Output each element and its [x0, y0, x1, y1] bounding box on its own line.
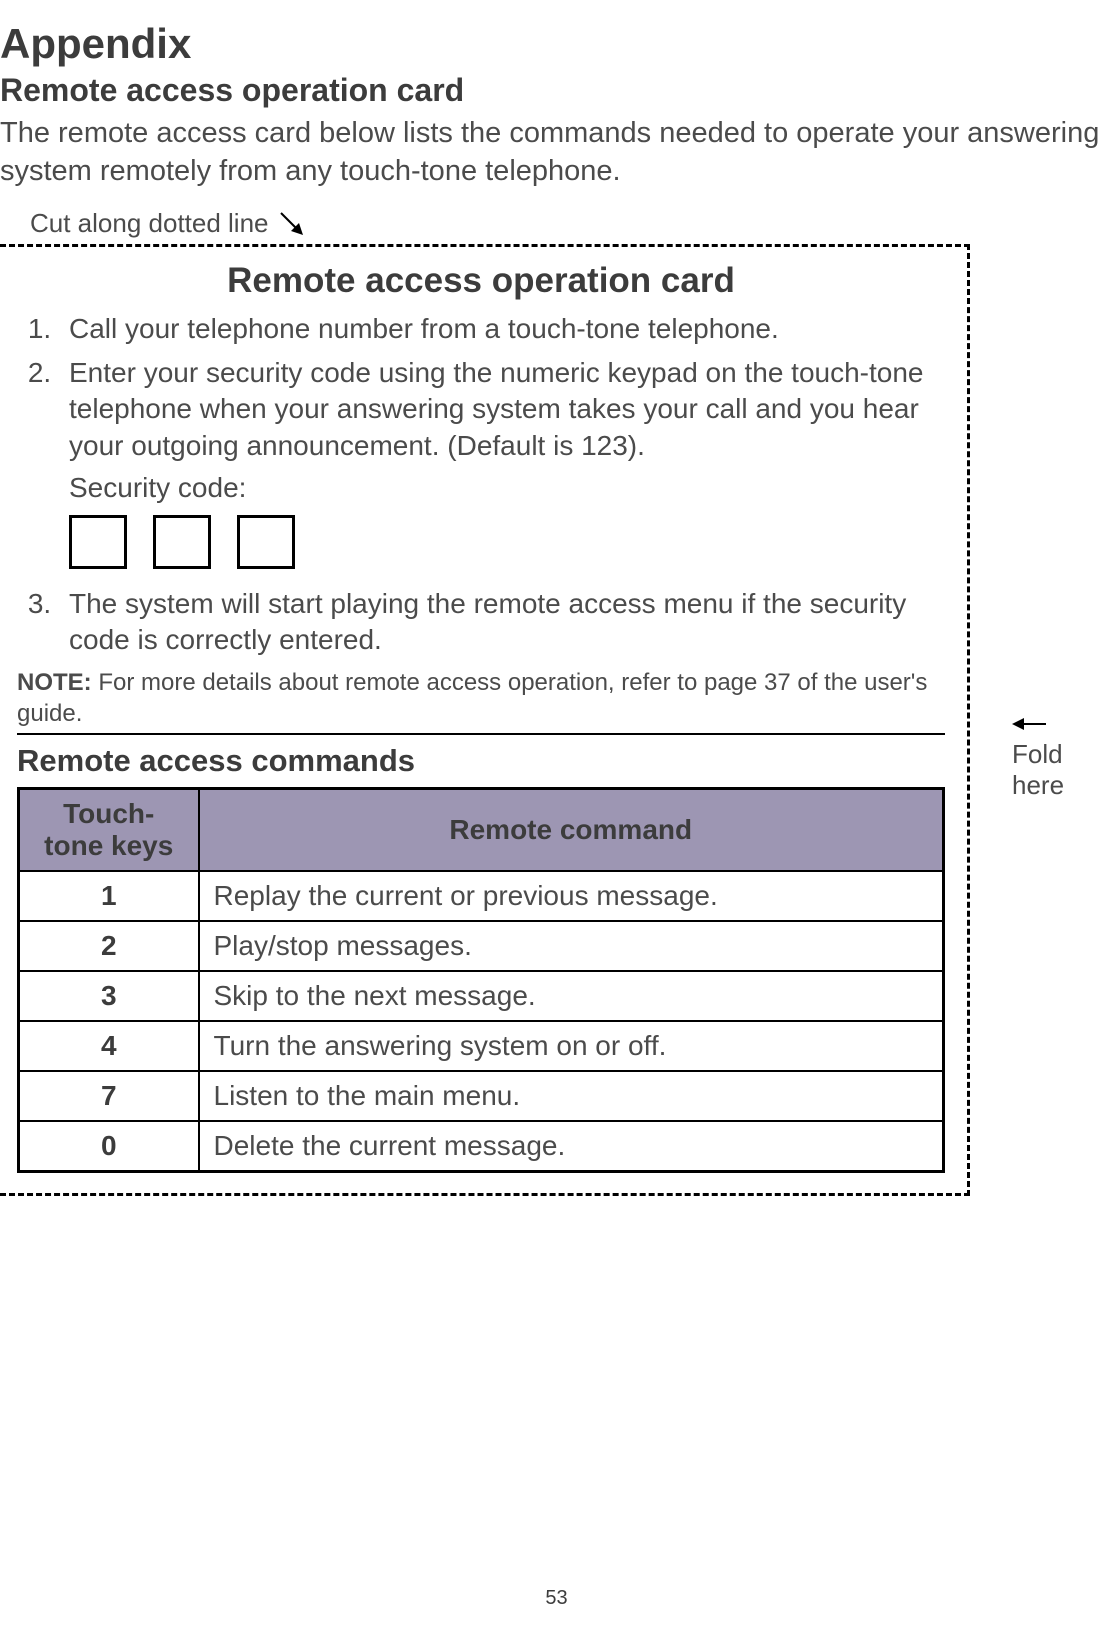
key-cell: 4 — [19, 1021, 199, 1071]
col-header-command: Remote command — [199, 789, 944, 872]
cmd-cell: Play/stop messages. — [199, 921, 944, 971]
operation-card: Remote access operation card Call your t… — [0, 244, 970, 1197]
key-cell: 3 — [19, 971, 199, 1021]
note-text: NOTE: For more details about remote acce… — [17, 667, 945, 729]
key-cell: 7 — [19, 1071, 199, 1121]
table-header-row: Touch-tone keys Remote command — [19, 789, 944, 872]
note-body: For more details about remote access ope… — [17, 669, 927, 727]
appendix-heading: Appendix — [0, 20, 1113, 68]
note-label: NOTE: — [17, 669, 92, 696]
commands-heading: Remote access commands — [17, 743, 945, 779]
cmd-cell: Turn the answering system on or off. — [199, 1021, 944, 1071]
step-2-text: Enter your security code using the numer… — [69, 357, 924, 461]
step-1: Call your telephone number from a touch-… — [59, 311, 945, 347]
table-row: 0 Delete the current message. — [19, 1121, 944, 1172]
cmd-cell: Listen to the main menu. — [199, 1071, 944, 1121]
arrow-left-icon — [1012, 710, 1064, 741]
key-cell: 0 — [19, 1121, 199, 1172]
section-heading: Remote access operation card — [0, 72, 1113, 109]
cmd-cell: Delete the current message. — [199, 1121, 944, 1172]
cmd-cell: Skip to the next message. — [199, 971, 944, 1021]
table-row: 7 Listen to the main menu. — [19, 1071, 944, 1121]
fold-here-label: Fold here — [1012, 710, 1064, 802]
commands-table: Touch-tone keys Remote command 1 Replay … — [17, 787, 945, 1173]
security-code-box-3[interactable] — [237, 515, 295, 569]
step-3: The system will start playing the remote… — [59, 586, 945, 659]
fold-text-2: here — [1012, 770, 1064, 800]
cmd-cell: Replay the current or previous message. — [199, 871, 944, 921]
security-code-label: Security code: — [69, 470, 945, 506]
step-2: Enter your security code using the numer… — [59, 355, 945, 578]
intro-text: The remote access card below lists the c… — [0, 115, 1113, 190]
key-cell: 1 — [19, 871, 199, 921]
table-row: 3 Skip to the next message. — [19, 971, 944, 1021]
arrow-down-right-icon — [277, 209, 311, 248]
fold-divider-line — [17, 733, 945, 735]
fold-text-1: Fold — [1012, 739, 1063, 769]
page-number: 53 — [0, 1587, 1113, 1610]
card-title: Remote access operation card — [17, 261, 945, 301]
col-header-keys: Touch-tone keys — [19, 789, 199, 872]
security-code-boxes — [69, 515, 945, 578]
table-row: 1 Replay the current or previous message… — [19, 871, 944, 921]
security-code-box-2[interactable] — [153, 515, 211, 569]
cut-along-label: Cut along dotted line — [30, 208, 269, 238]
key-cell: 2 — [19, 921, 199, 971]
table-row: 4 Turn the answering system on or off. — [19, 1021, 944, 1071]
security-code-box-1[interactable] — [69, 515, 127, 569]
table-row: 2 Play/stop messages. — [19, 921, 944, 971]
